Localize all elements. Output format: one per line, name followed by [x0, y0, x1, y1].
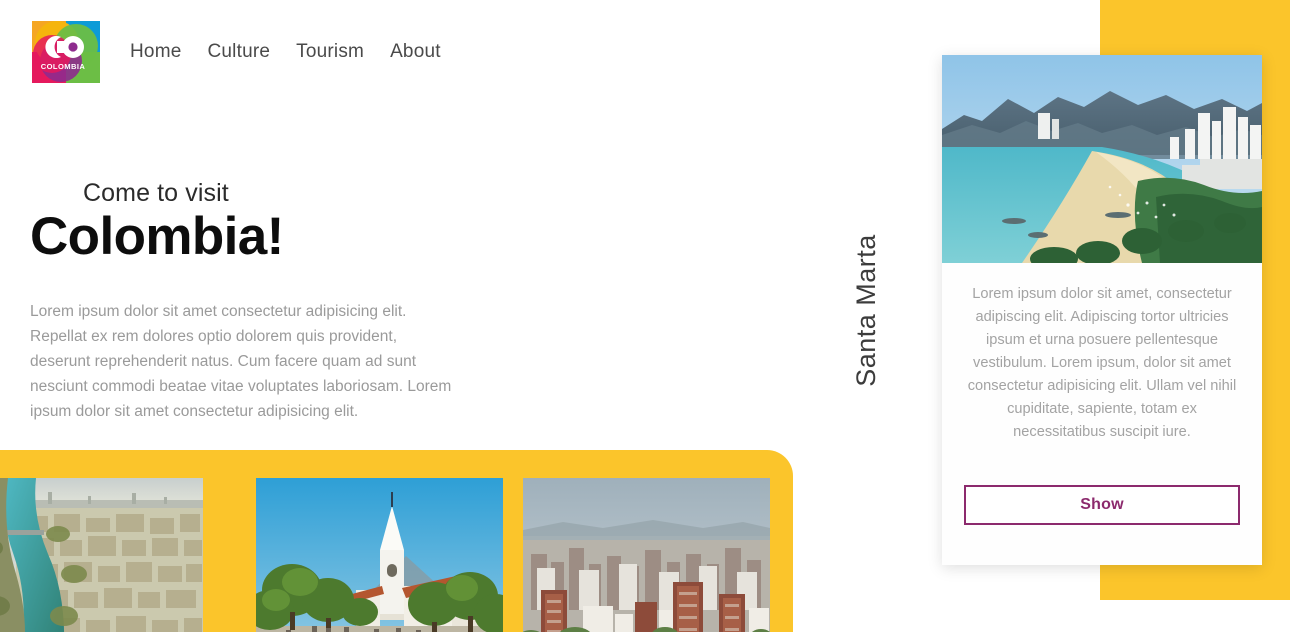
- show-button[interactable]: Show: [964, 485, 1240, 525]
- main-navigation: Home Culture Tourism About: [102, 41, 441, 63]
- nav-item-culture[interactable]: Culture: [207, 41, 270, 63]
- card-paragraph: Lorem ipsum dolor sit amet, consectetur …: [967, 286, 1237, 441]
- destination-feature-card: Lorem ipsum dolor sit amet, consectetur …: [942, 55, 1262, 565]
- gallery-item[interactable]: [256, 478, 503, 632]
- hero-section: Come to visit Colombia! Lorem ipsum dolo…: [30, 180, 470, 424]
- site-header: COLOMBIA Home Culture Tourism About: [0, 0, 1100, 104]
- hero-paragraph: Lorem ipsum dolor sit amet consectetur a…: [30, 302, 452, 420]
- nav-item-about[interactable]: About: [390, 41, 441, 63]
- page-title: Colombia!: [30, 207, 284, 267]
- card-action-area: Show: [942, 485, 1262, 565]
- gallery-item[interactable]: [523, 478, 770, 632]
- destination-vertical-label: Santa Marta: [843, 160, 889, 460]
- nav-item-tourism[interactable]: Tourism: [296, 41, 364, 63]
- nav-item-home[interactable]: Home: [130, 41, 181, 63]
- svg-text:COLOMBIA: COLOMBIA: [41, 62, 86, 71]
- hero-eyebrow: Come to visit: [83, 179, 229, 207]
- photo-gallery-panel: [0, 450, 793, 632]
- gallery-item[interactable]: [0, 478, 203, 632]
- colombia-co-logo-icon[interactable]: COLOMBIA: [30, 19, 102, 85]
- destination-name: Santa Marta: [850, 233, 881, 387]
